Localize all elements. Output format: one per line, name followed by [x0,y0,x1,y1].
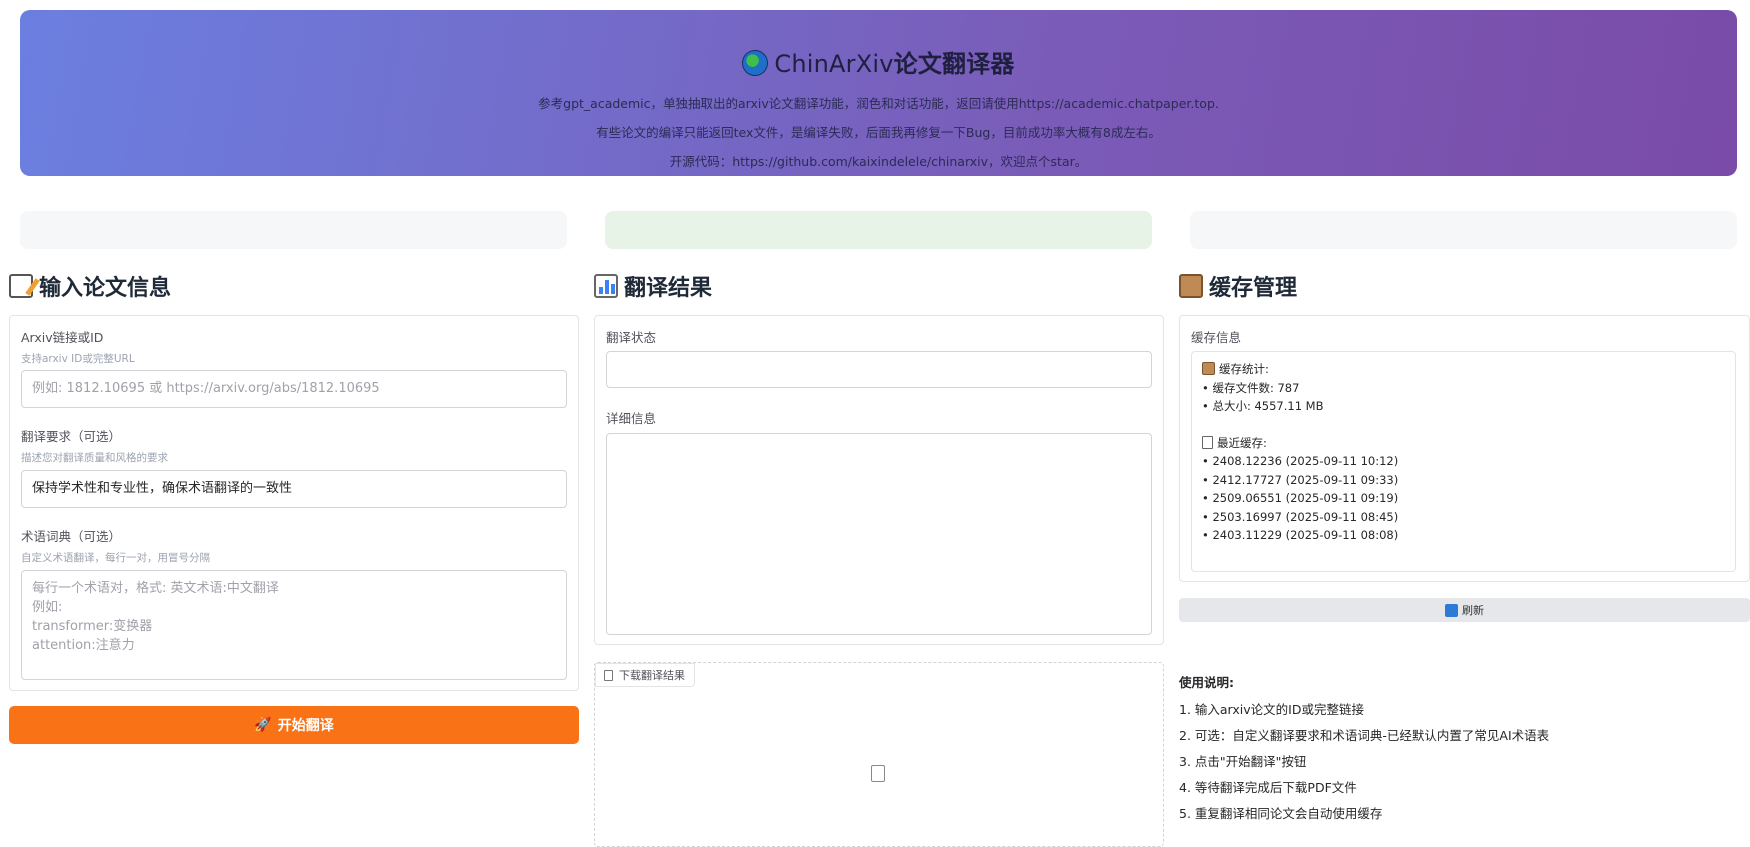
cache-total-size: • 总大小: 4557.11 MB [1202,399,1324,413]
dictionary-label: 术语词典（可选） [21,529,122,544]
start-translate-button[interactable]: 🚀 开始翻译 [9,706,579,744]
usage-step: 4. 等待翻译完成后下载PDF文件 [1179,780,1357,795]
dictionary-placeholder-line: 每行一个术语对，格式: 英文术语:中文翻译 [32,581,279,596]
file-placeholder-icon [871,765,885,782]
recent-cache-item: • 2408.12236 (2025-09-11 10:12) [1202,454,1399,468]
cache-file-count: • 缓存文件数: 787 [1202,380,1300,395]
recent-cache-item: • 2503.16997 (2025-09-11 08:45) [1202,509,1399,524]
globe-icon [742,50,769,76]
start-translate-label: 开始翻译 [277,718,334,734]
detail-field[interactable] [606,433,1152,635]
usage-title: 使用说明: [1179,675,1234,690]
result-section-title: 翻译结果 [594,270,712,302]
usage-step: 5. 重复翻译相同论文会自动使用缓存 [1179,806,1383,821]
usage-instructions: 使用说明: 1. 输入arxiv论文的ID或完整链接 2. 可选：自定义翻译要求… [1179,672,1549,829]
result-panel: 翻译状态 详细信息 [594,315,1164,645]
recent-cache-item: • 2412.17727 (2025-09-11 09:33) [1202,472,1399,487]
requirement-label: 翻译要求（可选） [21,429,122,444]
refresh-label: 刷新 [1462,604,1484,617]
file-icon [604,669,613,681]
requirement-field-group: 翻译要求（可选） 描述您对翻译质量和风格的要求 [21,426,168,465]
requirement-hint: 描述您对翻译质量和风格的要求 [21,452,168,464]
header-line-1: 参考gpt_academic，单独抽取出的arxiv论文翻译功能，润色和对话功能… [538,96,1219,111]
download-label: 下载翻译结果 [619,669,685,682]
status-field[interactable] [606,351,1152,388]
header-line-2: 有些论文的编译只能返回tex文件，是编译失败，后面我再修复一下Bug，目前成功率… [596,125,1161,140]
usage-step: 2. 可选：自定义翻译要求和术语词典-已经默认内置了常见AI术语表 [1179,728,1550,743]
dictionary-placeholder-line: 例如: [32,600,63,615]
dictionary-field-group: 术语词典（可选） 自定义术语翻译，每行一对，用冒号分隔 [21,526,210,565]
memo-icon [9,274,33,298]
arxiv-label: Arxiv链接或ID [21,330,104,345]
refresh-button[interactable]: 刷新 [1179,598,1750,622]
requirement-value: 保持学术性和专业性，确保术语翻译的一致性 [32,481,293,496]
status-strip-left [20,211,567,249]
dictionary-placeholder-line: attention:注意力 [32,638,135,653]
input-section-title: 输入论文信息 [9,270,171,302]
arxiv-hint: 支持arxiv ID或完整URL [21,353,135,365]
rocket-icon: 🚀 [254,717,272,733]
cache-info-label: 缓存信息 [1191,330,1242,345]
clipboard-icon [1202,435,1213,449]
header-line-3: 开源代码：https://github.com/kaixindelele/chi… [669,154,1088,169]
status-label: 翻译状态 [606,330,657,345]
detail-label: 详细信息 [606,411,657,426]
requirement-input[interactable]: 保持学术性和专业性，确保术语翻译的一致性 [21,470,567,508]
cache-section-title: 缓存管理 [1179,270,1297,302]
package-icon [1179,274,1203,298]
cache-stats-title: 缓存统计: [1202,360,1725,379]
refresh-icon [1445,603,1458,617]
recent-cache-title: 最近缓存: [1202,434,1725,453]
download-dropzone[interactable]: 下载翻译结果 [594,662,1164,847]
dictionary-textarea[interactable]: 每行一个术语对，格式: 英文术语:中文翻译 例如: transformer:变换… [21,570,567,680]
title-bold: 论文翻译器 [893,50,1015,78]
cache-info-box: 缓存统计: • 缓存文件数: 787 • 总大小: 4557.11 MB 最近缓… [1191,351,1736,572]
status-strip-center [605,211,1152,249]
package-icon [1202,362,1215,375]
usage-step: 1. 输入arxiv论文的ID或完整链接 [1179,702,1364,717]
status-strip-right [1190,211,1737,249]
usage-step: 3. 点击"开始翻译"按钮 [1179,754,1307,769]
arxiv-field-group: Arxiv链接或ID 支持arxiv ID或完整URL [21,327,135,366]
recent-cache-item: • 2403.11229 (2025-09-11 08:08) [1202,528,1399,542]
arxiv-placeholder: 例如: 1812.10695 或 https://arxiv.org/abs/1… [32,381,380,396]
download-label-tag: 下载翻译结果 [595,663,695,687]
dictionary-placeholder-line: transformer:变换器 [32,619,153,634]
input-panel: Arxiv链接或ID 支持arxiv ID或完整URL 例如: 1812.106… [9,315,579,691]
bar-chart-icon [594,274,618,298]
title-prefix: ChinArXiv [774,50,894,78]
dictionary-hint: 自定义术语翻译，每行一对，用冒号分隔 [21,552,210,564]
app-header: ChinArXiv论文翻译器 参考gpt_academic，单独抽取出的arxi… [20,10,1737,176]
app-title: ChinArXiv论文翻译器 [20,44,1737,79]
arxiv-input[interactable]: 例如: 1812.10695 或 https://arxiv.org/abs/1… [21,370,567,408]
recent-cache-item: • 2509.06551 (2025-09-11 09:19) [1202,491,1399,505]
